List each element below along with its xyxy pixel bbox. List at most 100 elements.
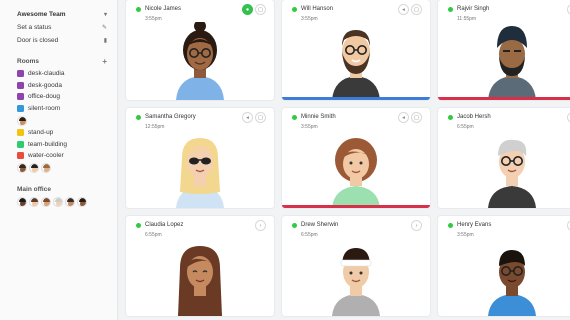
person-card-minnie-smith[interactable]: Minnie Smith 3:55pm ◂ ▢	[282, 108, 430, 208]
person-local-time: 3:55pm	[301, 16, 318, 22]
set-status-label: Set a status	[17, 24, 52, 31]
avatar[interactable]	[17, 115, 27, 126]
room-item-stand-up[interactable]: stand-up	[17, 127, 117, 139]
room-label: stand-up	[28, 129, 54, 137]
video-icon[interactable]: ▢	[411, 112, 422, 123]
person-card-henry-evans[interactable]: Henry Evans 3:55pm ›	[438, 216, 570, 316]
mic-icon[interactable]: ◂	[398, 112, 409, 123]
room-item-office-doug[interactable]: office-doug	[17, 91, 117, 103]
person-card-jacob-hersh[interactable]: Jacob Hersh 6:55pm ◂	[438, 108, 570, 208]
sidebar: Awesome Team ▾ Set a status ✎ Door is cl…	[0, 0, 118, 320]
person-name: Nicole James	[145, 6, 182, 12]
room-occupants	[17, 114, 117, 127]
person-illustration	[178, 246, 222, 316]
person-card-will-hanson[interactable]: Will Hanson 3:55pm ◂ ▢	[282, 0, 430, 100]
person-card-drew-sherwin[interactable]: Drew Sherwin 6:55pm ›	[282, 216, 430, 316]
door-icon: ▮	[103, 38, 107, 44]
room-item-team-building[interactable]: team-building	[17, 139, 117, 151]
room-label: office-doug	[28, 93, 61, 101]
person-card-claudia-lopez[interactable]: Claudia Lopez 6:55pm ›	[126, 216, 274, 316]
team-name: Awesome Team	[17, 11, 66, 18]
person-name: Rajvir Singh	[457, 6, 490, 12]
room-accent-bar	[282, 97, 430, 100]
online-status-dot	[448, 222, 453, 228]
avatar[interactable]	[65, 197, 75, 207]
person-header: Nicole James	[136, 6, 181, 12]
avatar[interactable]	[17, 163, 27, 173]
room-color-swatch	[17, 140, 24, 148]
person-header: Jacob Hersh	[448, 114, 491, 120]
person-header: Samantha Gregory	[136, 114, 196, 120]
avatar[interactable]	[77, 197, 87, 207]
room-color-swatch	[17, 81, 24, 89]
room-accent-bar	[438, 97, 570, 100]
avatar[interactable]	[53, 197, 63, 207]
add-room-icon[interactable]: +	[102, 55, 107, 68]
person-illustration	[488, 139, 536, 208]
room-color-swatch	[17, 70, 24, 78]
person-card-rajvir-singh[interactable]: Rajvir Singh 11:55pm ◂	[438, 0, 570, 100]
app-window: Awesome Team ▾ Set a status ✎ Door is cl…	[0, 0, 570, 320]
set-status-button[interactable]: Set a status ✎	[17, 21, 117, 34]
online-status-dot	[292, 222, 297, 228]
room-occupants	[17, 162, 117, 175]
people-grid: Nicole James 3:55pm ● ▢ Will Hanson 3:55…	[118, 0, 570, 320]
door-status-button[interactable]: Door is closed ▮	[17, 34, 117, 47]
person-illustration	[488, 26, 536, 100]
person-header: Will Hanson	[292, 6, 333, 12]
person-local-time: 3:55pm	[457, 232, 474, 238]
video-icon[interactable]: ▢	[411, 4, 422, 15]
rooms-header: Rooms +	[17, 55, 117, 68]
online-status-dot	[292, 114, 297, 120]
main-office-header: Main office	[17, 183, 117, 196]
avatar[interactable]	[41, 197, 51, 207]
chevron-right-icon[interactable]: ›	[255, 220, 266, 231]
room-color-swatch	[17, 152, 24, 160]
person-header: Drew Sherwin	[292, 222, 338, 228]
avatar[interactable]	[29, 197, 39, 207]
person-local-time: 6:55pm	[145, 232, 162, 238]
person-local-time: 6:55pm	[301, 232, 318, 238]
room-label: desk-claudia	[28, 70, 65, 78]
online-status-dot	[136, 114, 141, 120]
person-name: Drew Sherwin	[301, 222, 339, 228]
room-label: desk-gooda	[28, 81, 62, 89]
person-local-time: 12:55pm	[145, 124, 165, 130]
person-illustration	[332, 248, 380, 316]
room-item-desk-gooda[interactable]: desk-gooda	[17, 80, 117, 92]
person-illustration	[488, 250, 536, 316]
person-illustration	[332, 30, 380, 100]
video-icon[interactable]: ▢	[255, 4, 266, 15]
person-header: Minnie Smith	[292, 114, 336, 120]
chevron-right-icon[interactable]: ›	[411, 220, 422, 231]
room-item-desk-claudia[interactable]: desk-claudia	[17, 68, 117, 80]
door-status-label: Door is closed	[17, 37, 59, 44]
person-name: Claudia Lopez	[145, 222, 184, 228]
person-local-time: 3:55pm	[145, 16, 162, 22]
person-local-time: 6:55pm	[457, 124, 474, 130]
room-label: team-building	[28, 140, 68, 148]
mic-icon[interactable]: ◂	[398, 4, 409, 15]
avatar[interactable]	[41, 163, 51, 173]
team-switcher[interactable]: Awesome Team ▾	[17, 8, 117, 21]
person-header: Claudia Lopez	[136, 222, 183, 228]
person-illustration	[332, 138, 380, 208]
person-name: Samantha Gregory	[145, 114, 196, 120]
person-local-time: 11:55pm	[457, 16, 477, 22]
mic-icon[interactable]: ●	[242, 4, 253, 15]
person-name: Jacob Hersh	[457, 114, 491, 120]
person-card-nicole-james[interactable]: Nicole James 3:55pm ● ▢	[126, 0, 274, 100]
avatar[interactable]	[17, 197, 27, 207]
room-label: water-cooler	[28, 152, 64, 160]
room-item-water-cooler[interactable]: water-cooler	[17, 150, 117, 162]
edit-icon: ✎	[101, 25, 107, 31]
online-status-dot	[136, 222, 141, 228]
person-card-samantha-gregory[interactable]: Samantha Gregory 12:55pm ◂ ▢	[126, 108, 274, 208]
avatar[interactable]	[29, 163, 39, 173]
online-status-dot	[448, 114, 453, 120]
room-accent-bar	[282, 205, 430, 208]
room-item-silent-room[interactable]: silent-room	[17, 103, 117, 115]
person-name: Will Hanson	[301, 6, 334, 12]
mic-icon[interactable]: ◂	[242, 112, 253, 123]
video-icon[interactable]: ▢	[255, 112, 266, 123]
